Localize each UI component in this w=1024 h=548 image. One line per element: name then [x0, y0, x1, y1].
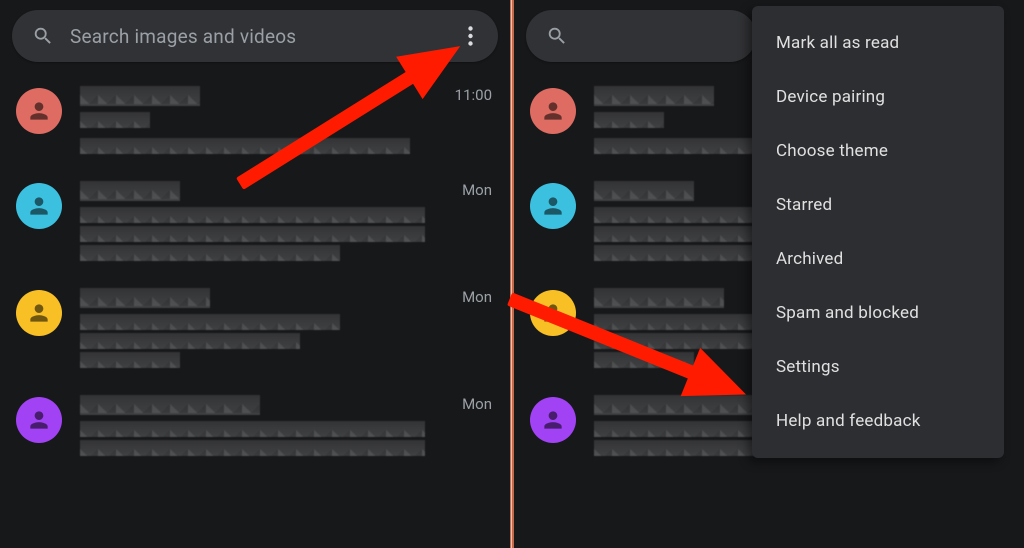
conversation-time: Mon: [462, 288, 492, 306]
overflow-menu: Mark all as read Device pairing Choose t…: [752, 6, 1004, 458]
avatar: [530, 397, 576, 443]
search-icon: [32, 25, 54, 47]
person-icon: [540, 193, 566, 219]
avatar: [16, 88, 62, 134]
search-bar[interactable]: [526, 10, 756, 62]
menu-item-help-and-feedback[interactable]: Help and feedback: [752, 394, 1004, 448]
avatar: [530, 290, 576, 336]
avatar: [530, 183, 576, 229]
avatar: [16, 290, 62, 336]
person-icon: [540, 300, 566, 326]
search-icon: [546, 25, 568, 47]
conversation-time: Mon: [462, 395, 492, 413]
menu-item-starred[interactable]: Starred: [752, 178, 1004, 232]
conversation-row[interactable]: 11:00: [0, 72, 510, 167]
search-bar[interactable]: Search images and videos: [12, 10, 498, 62]
person-icon: [26, 407, 52, 433]
conversation-row[interactable]: Mon: [0, 381, 510, 469]
conversation-list: 11:00 Mon Mon: [0, 72, 510, 469]
menu-item-settings[interactable]: Settings: [752, 340, 1004, 394]
avatar: [530, 88, 576, 134]
menu-item-choose-theme[interactable]: Choose theme: [752, 124, 1004, 178]
avatar: [16, 397, 62, 443]
person-icon: [540, 407, 566, 433]
menu-item-device-pairing[interactable]: Device pairing: [752, 70, 1004, 124]
conversation-row[interactable]: Mon: [0, 167, 510, 274]
menu-item-mark-all-as-read[interactable]: Mark all as read: [752, 16, 1004, 70]
conversation-time: Mon: [462, 181, 492, 199]
person-icon: [26, 300, 52, 326]
conversation-time: 11:00: [455, 86, 492, 104]
avatar: [16, 183, 62, 229]
conversation-row[interactable]: Mon: [0, 274, 510, 381]
person-icon: [26, 193, 52, 219]
more-button[interactable]: [450, 16, 490, 56]
search-input[interactable]: Search images and videos: [70, 25, 450, 48]
more-vert-icon: [468, 26, 473, 46]
person-icon: [540, 98, 566, 124]
screen-1: Search images and videos 11:00 Mon: [0, 0, 510, 548]
menu-item-archived[interactable]: Archived: [752, 232, 1004, 286]
menu-item-spam-and-blocked[interactable]: Spam and blocked: [752, 286, 1004, 340]
person-icon: [26, 98, 52, 124]
